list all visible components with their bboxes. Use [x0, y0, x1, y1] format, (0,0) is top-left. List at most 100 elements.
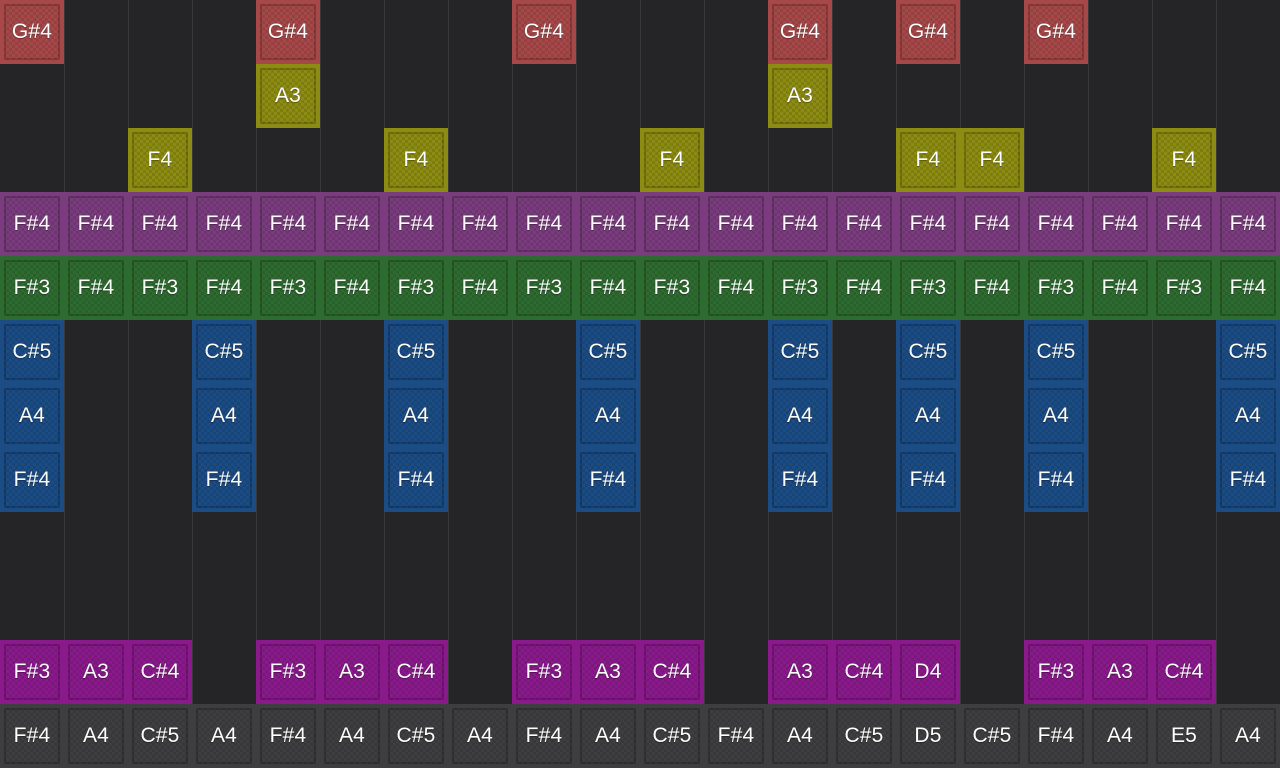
note-cell-purple[interactable]: F#4 — [192, 192, 256, 256]
note-cell-green[interactable]: F#4 — [1088, 256, 1152, 320]
note-cell-magenta[interactable]: A3 — [576, 640, 640, 704]
note-cell-green[interactable]: F#3 — [768, 256, 832, 320]
note-cell-purple[interactable]: F#4 — [1024, 192, 1088, 256]
note-cell-purple[interactable]: F#4 — [896, 192, 960, 256]
note-cell-gray[interactable]: E5 — [1152, 704, 1216, 768]
note-cell-purple[interactable]: F#4 — [256, 192, 320, 256]
note-cell-red[interactable]: G#4 — [1024, 0, 1088, 64]
note-cell-magenta[interactable]: A3 — [320, 640, 384, 704]
note-cell-green[interactable]: F#4 — [1216, 256, 1280, 320]
note-cell-green[interactable]: F#3 — [512, 256, 576, 320]
note-cell-green[interactable]: F#4 — [64, 256, 128, 320]
note-cell-magenta[interactable]: C#4 — [832, 640, 896, 704]
note-cell-gray[interactable]: C#5 — [960, 704, 1024, 768]
note-cell-olive-f[interactable]: F4 — [896, 128, 960, 192]
note-cell-blue[interactable]: C#5 — [1216, 320, 1280, 384]
note-cell-purple[interactable]: F#4 — [832, 192, 896, 256]
note-cell-blue[interactable]: F#4 — [1216, 448, 1280, 512]
note-cell-blue[interactable]: A4 — [576, 384, 640, 448]
note-cell-magenta[interactable]: C#4 — [128, 640, 192, 704]
note-cell-purple[interactable]: F#4 — [128, 192, 192, 256]
note-cell-purple[interactable]: F#4 — [1088, 192, 1152, 256]
note-cell-gray[interactable]: C#5 — [832, 704, 896, 768]
note-cell-green[interactable]: F#4 — [832, 256, 896, 320]
note-cell-magenta[interactable]: C#4 — [1152, 640, 1216, 704]
note-cell-purple[interactable]: F#4 — [1216, 192, 1280, 256]
note-cell-magenta[interactable]: A3 — [64, 640, 128, 704]
note-cell-purple[interactable]: F#4 — [640, 192, 704, 256]
note-cell-gray[interactable]: D5 — [896, 704, 960, 768]
note-cell-magenta[interactable]: F#3 — [256, 640, 320, 704]
note-cell-gray[interactable]: A4 — [192, 704, 256, 768]
note-cell-red[interactable]: G#4 — [768, 0, 832, 64]
note-cell-green[interactable]: F#4 — [448, 256, 512, 320]
note-cell-gray[interactable]: A4 — [320, 704, 384, 768]
note-cell-magenta[interactable]: F#3 — [0, 640, 64, 704]
note-cell-purple[interactable]: F#4 — [768, 192, 832, 256]
note-cell-olive-a[interactable]: A3 — [768, 64, 832, 128]
note-cell-blue[interactable]: F#4 — [768, 448, 832, 512]
note-cell-purple[interactable]: F#4 — [704, 192, 768, 256]
note-cell-blue[interactable]: F#4 — [192, 448, 256, 512]
note-cell-gray[interactable]: A4 — [1088, 704, 1152, 768]
note-cell-blue[interactable]: C#5 — [896, 320, 960, 384]
note-cell-magenta[interactable]: A3 — [768, 640, 832, 704]
note-cell-gray[interactable]: F#4 — [512, 704, 576, 768]
note-cell-magenta[interactable]: F#3 — [512, 640, 576, 704]
note-cell-gray[interactable]: F#4 — [704, 704, 768, 768]
note-cell-green[interactable]: F#4 — [192, 256, 256, 320]
note-cell-olive-a[interactable]: A3 — [256, 64, 320, 128]
note-cell-purple[interactable]: F#4 — [64, 192, 128, 256]
note-cell-red[interactable]: G#4 — [512, 0, 576, 64]
note-cell-olive-f[interactable]: F4 — [640, 128, 704, 192]
note-cell-gray[interactable]: F#4 — [0, 704, 64, 768]
note-cell-green[interactable]: F#4 — [576, 256, 640, 320]
note-cell-blue[interactable]: C#5 — [0, 320, 64, 384]
note-cell-green[interactable]: F#3 — [128, 256, 192, 320]
note-cell-blue[interactable]: A4 — [0, 384, 64, 448]
note-cell-blue[interactable]: A4 — [384, 384, 448, 448]
note-cell-blue[interactable]: A4 — [1024, 384, 1088, 448]
note-cell-green[interactable]: F#4 — [320, 256, 384, 320]
note-cell-magenta[interactable]: D4 — [896, 640, 960, 704]
note-cell-blue[interactable]: F#4 — [896, 448, 960, 512]
note-cell-gray[interactable]: C#5 — [640, 704, 704, 768]
note-cell-gray[interactable]: A4 — [1216, 704, 1280, 768]
note-cell-blue[interactable]: F#4 — [576, 448, 640, 512]
note-cell-blue[interactable]: A4 — [1216, 384, 1280, 448]
note-cell-gray[interactable]: F#4 — [1024, 704, 1088, 768]
note-cell-blue[interactable]: A4 — [768, 384, 832, 448]
note-cell-green[interactable]: F#4 — [704, 256, 768, 320]
note-cell-magenta[interactable]: C#4 — [384, 640, 448, 704]
note-cell-red[interactable]: G#4 — [256, 0, 320, 64]
note-cell-purple[interactable]: F#4 — [576, 192, 640, 256]
note-cell-olive-f[interactable]: F4 — [384, 128, 448, 192]
note-cell-purple[interactable]: F#4 — [1152, 192, 1216, 256]
note-cell-magenta[interactable]: C#4 — [640, 640, 704, 704]
note-cell-blue[interactable]: C#5 — [1024, 320, 1088, 384]
note-cell-blue[interactable]: C#5 — [576, 320, 640, 384]
note-cell-purple[interactable]: F#4 — [0, 192, 64, 256]
note-cell-blue[interactable]: C#5 — [384, 320, 448, 384]
note-cell-red[interactable]: G#4 — [0, 0, 64, 64]
note-cell-green[interactable]: F#3 — [640, 256, 704, 320]
note-cell-olive-f[interactable]: F4 — [128, 128, 192, 192]
note-cell-gray[interactable]: A4 — [576, 704, 640, 768]
note-cell-blue[interactable]: C#5 — [192, 320, 256, 384]
note-cell-gray[interactable]: A4 — [64, 704, 128, 768]
note-cell-purple[interactable]: F#4 — [320, 192, 384, 256]
note-cell-blue[interactable]: F#4 — [1024, 448, 1088, 512]
note-cell-blue[interactable]: A4 — [896, 384, 960, 448]
note-cell-purple[interactable]: F#4 — [960, 192, 1024, 256]
note-cell-blue[interactable]: A4 — [192, 384, 256, 448]
note-cell-purple[interactable]: F#4 — [448, 192, 512, 256]
note-cell-gray[interactable]: F#4 — [256, 704, 320, 768]
note-cell-gray[interactable]: A4 — [448, 704, 512, 768]
note-cell-olive-f[interactable]: F4 — [1152, 128, 1216, 192]
note-cell-green[interactable]: F#3 — [0, 256, 64, 320]
note-cell-olive-f[interactable]: F4 — [960, 128, 1024, 192]
note-cell-green[interactable]: F#3 — [1152, 256, 1216, 320]
note-cell-magenta[interactable]: A3 — [1088, 640, 1152, 704]
note-cell-purple[interactable]: F#4 — [512, 192, 576, 256]
note-cell-blue[interactable]: F#4 — [384, 448, 448, 512]
